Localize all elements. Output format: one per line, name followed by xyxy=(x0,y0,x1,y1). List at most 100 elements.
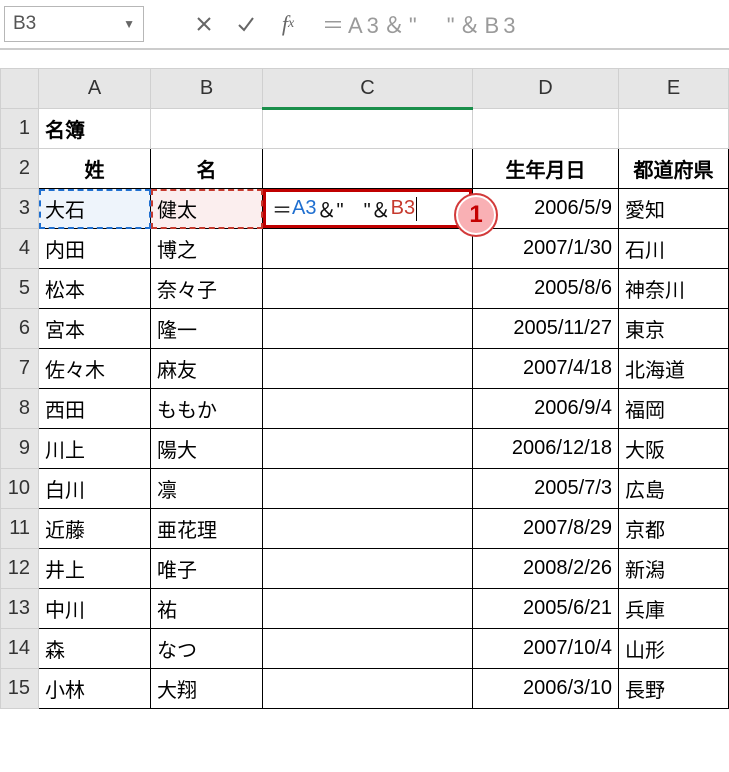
cell[interactable]: 陽大 xyxy=(151,429,263,469)
cell[interactable] xyxy=(263,349,473,389)
cell[interactable] xyxy=(263,669,473,709)
cell[interactable]: 2006/12/18 xyxy=(473,429,619,469)
cell[interactable]: 山形 xyxy=(619,629,729,669)
cell[interactable]: 広島 xyxy=(619,469,729,509)
col-header-B[interactable]: B xyxy=(151,69,263,109)
cell[interactable]: 2007/1/30 xyxy=(473,229,619,269)
cell[interactable]: 新潟 xyxy=(619,549,729,589)
cell[interactable]: 長野 xyxy=(619,669,729,709)
cell[interactable]: 森 xyxy=(39,629,151,669)
cell[interactable] xyxy=(263,109,473,149)
cell[interactable]: 2007/10/4 xyxy=(473,629,619,669)
cell[interactable] xyxy=(263,509,473,549)
header-surname[interactable]: 姓 xyxy=(39,149,151,189)
name-box[interactable]: B3 ▼ xyxy=(4,6,144,42)
title-cell[interactable]: 名簿 xyxy=(39,109,151,149)
header-blank[interactable] xyxy=(263,149,473,189)
cell[interactable]: 大翔 xyxy=(151,669,263,709)
cell[interactable]: なつ xyxy=(151,629,263,669)
row-header[interactable]: 9 xyxy=(1,429,39,469)
cell[interactable]: 兵庫 xyxy=(619,589,729,629)
cell[interactable]: 2006/9/4 xyxy=(473,389,619,429)
cell[interactable]: 北海道 xyxy=(619,349,729,389)
cell[interactable]: 2005/6/21 xyxy=(473,589,619,629)
cell[interactable] xyxy=(263,269,473,309)
cell[interactable]: 小林 xyxy=(39,669,151,709)
grid[interactable]: A B C D E 1 名簿 2 姓 名 生年月日 都道府県 3 大石 健太 ＝… xyxy=(0,68,729,709)
cell[interactable] xyxy=(263,549,473,589)
row-header[interactable]: 5 xyxy=(1,269,39,309)
cell[interactable]: 祐 xyxy=(151,589,263,629)
cell[interactable]: 井上 xyxy=(39,549,151,589)
cell[interactable]: 松本 xyxy=(39,269,151,309)
cell[interactable] xyxy=(151,109,263,149)
cell[interactable]: 2005/11/27 xyxy=(473,309,619,349)
cell[interactable] xyxy=(263,429,473,469)
cell[interactable]: 内田 xyxy=(39,229,151,269)
col-header-C[interactable]: C xyxy=(263,69,473,109)
cell[interactable]: 2007/8/29 xyxy=(473,509,619,549)
row-header[interactable]: 8 xyxy=(1,389,39,429)
cell[interactable]: 2006/3/10 xyxy=(473,669,619,709)
cell-C3-editing[interactable]: ＝ A3 ＆" "＆ B3 xyxy=(263,189,473,229)
row-header[interactable]: 13 xyxy=(1,589,39,629)
cell[interactable] xyxy=(263,629,473,669)
col-header-E[interactable]: E xyxy=(619,69,729,109)
cell[interactable]: 佐々木 xyxy=(39,349,151,389)
row-header[interactable]: 7 xyxy=(1,349,39,389)
cell[interactable] xyxy=(263,589,473,629)
cell-editor[interactable]: ＝ A3 ＆" "＆ B3 xyxy=(263,189,472,228)
cell[interactable]: 亜花理 xyxy=(151,509,263,549)
cell[interactable] xyxy=(473,109,619,149)
cell[interactable] xyxy=(263,389,473,429)
header-prefecture[interactable]: 都道府県 xyxy=(619,149,729,189)
cell[interactable]: 2005/8/6 xyxy=(473,269,619,309)
row-header[interactable]: 4 xyxy=(1,229,39,269)
confirm-button[interactable] xyxy=(228,6,264,42)
cell[interactable]: 東京 xyxy=(619,309,729,349)
cell[interactable]: 2007/4/18 xyxy=(473,349,619,389)
row-header[interactable]: 12 xyxy=(1,549,39,589)
cell[interactable]: ももか xyxy=(151,389,263,429)
col-header-D[interactable]: D xyxy=(473,69,619,109)
cell[interactable]: 宮本 xyxy=(39,309,151,349)
cell[interactable]: 西田 xyxy=(39,389,151,429)
cell[interactable]: 白川 xyxy=(39,469,151,509)
cell[interactable]: 2008/2/26 xyxy=(473,549,619,589)
cell[interactable]: 中川 xyxy=(39,589,151,629)
header-birthdate[interactable]: 生年月日 xyxy=(473,149,619,189)
cell[interactable]: 隆一 xyxy=(151,309,263,349)
row-header[interactable]: 1 xyxy=(1,109,39,149)
cell[interactable]: 2005/7/3 xyxy=(473,469,619,509)
row-header[interactable]: 6 xyxy=(1,309,39,349)
col-header-A[interactable]: A xyxy=(39,69,151,109)
chevron-down-icon[interactable]: ▼ xyxy=(123,17,135,31)
cell[interactable]: 大阪 xyxy=(619,429,729,469)
row-header[interactable]: 2 xyxy=(1,149,39,189)
cell[interactable]: 博之 xyxy=(151,229,263,269)
fx-button[interactable]: fx xyxy=(270,6,306,42)
cell-A3[interactable]: 大石 xyxy=(39,189,151,229)
cell[interactable] xyxy=(263,229,473,269)
cell-B3[interactable]: 健太 xyxy=(151,189,263,229)
cell[interactable]: 近藤 xyxy=(39,509,151,549)
cell[interactable]: 神奈川 xyxy=(619,269,729,309)
cell[interactable]: 唯子 xyxy=(151,549,263,589)
cell[interactable]: 奈々子 xyxy=(151,269,263,309)
cell[interactable]: 凛 xyxy=(151,469,263,509)
cell[interactable]: 福岡 xyxy=(619,389,729,429)
cell[interactable]: 石川 xyxy=(619,229,729,269)
cell[interactable]: 麻友 xyxy=(151,349,263,389)
row-header[interactable]: 14 xyxy=(1,629,39,669)
row-header[interactable]: 15 xyxy=(1,669,39,709)
row-header[interactable]: 10 xyxy=(1,469,39,509)
formula-input[interactable]: ＝A3＆" "＆B3 xyxy=(312,8,725,40)
cell[interactable]: 京都 xyxy=(619,509,729,549)
cancel-button[interactable] xyxy=(186,6,222,42)
header-firstname[interactable]: 名 xyxy=(151,149,263,189)
row-header[interactable]: 3 xyxy=(1,189,39,229)
cell[interactable] xyxy=(619,109,729,149)
cell-E3[interactable]: 愛知 xyxy=(619,189,729,229)
cell[interactable] xyxy=(263,309,473,349)
cell[interactable]: 川上 xyxy=(39,429,151,469)
